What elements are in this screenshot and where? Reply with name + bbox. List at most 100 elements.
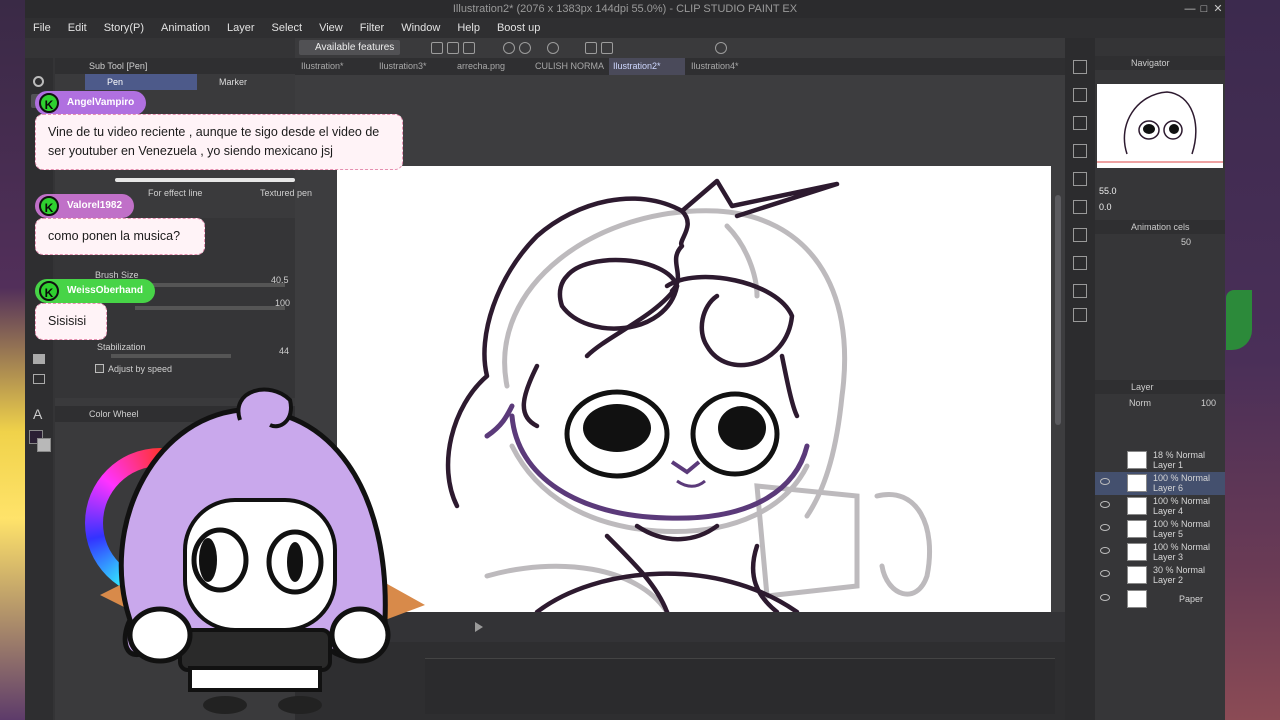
eye-icon[interactable] [1100,594,1110,601]
open-file-icon[interactable] [447,42,459,54]
menu-bar: File Edit Story(P) Animation Layer Selec… [25,18,1225,38]
tab-label: arrecha.png [457,61,506,71]
sub-color-swatch[interactable] [37,438,51,452]
eye-icon[interactable] [1100,570,1110,577]
new-file-icon[interactable] [431,42,443,54]
layer-opacity[interactable]: 100 [1201,398,1216,408]
chat-message-text: Sisisisi [48,314,87,328]
chat-username: Valorel1982 [67,200,123,211]
navigator-zoom[interactable]: 55.0 [1099,186,1117,196]
menu-layer[interactable]: Layer [219,18,264,38]
eye-icon[interactable] [1100,478,1110,485]
menu-view[interactable]: View [311,18,352,38]
help-icon[interactable] [715,42,727,54]
tab-culish[interactable]: CULISH NORMA [531,58,607,75]
menu-boost-up[interactable]: Boost up [489,18,549,38]
layer-row[interactable]: 18 % Normal Layer 1 [1095,449,1225,472]
layer-info: 100 % Normal Layer 4 [1153,496,1210,516]
layer-thumbnail [1127,543,1147,561]
tab-label: Pen [107,77,124,87]
undo-icon[interactable] [503,42,515,54]
stabilization-label: Stabilization [97,342,146,352]
menu-select[interactable]: Select [264,18,312,38]
adjust-by-speed-label: Adjust by speed [108,364,173,374]
animation-cels-value[interactable]: 50 [1181,237,1191,247]
eye-icon[interactable] [1100,501,1110,508]
maximize-icon[interactable]: □ [1197,2,1211,16]
stabilization-value[interactable]: 44 [279,346,289,356]
panel-icon-5[interactable] [1073,200,1087,214]
sub-tool-tab-marker[interactable]: Marker [201,74,293,90]
navigator-rotation[interactable]: 0.0 [1099,202,1112,212]
command-bar: Available features [295,38,1065,58]
layer-row[interactable]: 30 % Normal Layer 2 [1095,564,1225,587]
panel-icon-9[interactable] [1073,308,1087,322]
right-icon-column [1065,38,1095,720]
layer-name: Layer 6 [1153,483,1184,493]
eraser-tool-icon[interactable] [33,374,45,384]
tab-ilustration2[interactable]: Ilustration2* [609,58,685,75]
panel-icon-3[interactable] [1073,144,1087,158]
chat-message: Vine de tu video reciente , aunque te si… [35,114,403,170]
save-icon[interactable] [463,42,475,54]
menu-window[interactable]: Window [393,18,449,38]
panel-icon-7[interactable] [1073,256,1087,270]
adjust-by-speed-checkbox[interactable] [95,364,104,373]
vtuber-avatar [100,387,425,714]
fill-icon[interactable] [585,42,597,54]
menu-filter[interactable]: Filter [352,18,393,38]
play-button[interactable] [475,622,483,632]
eye-icon[interactable] [1100,524,1110,531]
layer-opacity-mode: 100 % Normal [1153,473,1211,483]
navigator-preview[interactable] [1097,84,1223,168]
menu-story[interactable]: Story(P) [96,18,153,38]
timeline-tracks[interactable] [425,658,1055,714]
menu-file[interactable]: File [25,18,60,38]
panel-icon-2[interactable] [1073,116,1087,130]
transform-icon[interactable] [601,42,613,54]
layer-thumbnail [1127,520,1147,538]
redo-icon[interactable] [519,42,531,54]
brush-effect-line[interactable]: For effect line [148,188,202,198]
tab-ilustration4[interactable]: Ilustration4* [687,58,763,75]
panel-icon-4[interactable] [1073,172,1087,186]
layer-opacity-mode: 18 % Normal [1153,450,1206,460]
panel-icon-1[interactable] [1073,88,1087,102]
fill-tool-icon[interactable] [33,354,45,364]
loading-icon[interactable] [547,42,559,54]
opacity-slider[interactable] [135,306,285,310]
sub-tool-tab-pen[interactable]: Pen [85,74,197,90]
close-icon[interactable]: ✕ [1211,2,1225,16]
brush-size-slider[interactable] [135,283,285,287]
tab-arrecha[interactable]: arrecha.png [453,58,529,75]
close-panel-icon[interactable] [1073,60,1087,74]
chat-message-text: Vine de tu video reciente , aunque te si… [48,125,380,158]
layer-row[interactable]: Paper [1095,588,1225,611]
text-tool-icon[interactable]: A [33,406,42,422]
brush-textured-pen[interactable]: Textured pen [260,188,312,198]
right-panel: Navigator 55.0 0.0 Animation cels 50 Lay… [1095,56,1225,720]
available-features-button[interactable]: Available features [299,40,401,55]
vertical-scrollbar[interactable] [1055,195,1061,425]
layer-info: 100 % Normal Layer 6 [1153,473,1210,493]
stream-background-left [0,0,25,720]
layer-row[interactable]: 100 % Normal Layer 6 [1095,472,1225,495]
drawing-canvas[interactable] [337,166,1051,612]
layer-blend-mode[interactable]: Norm [1129,398,1151,408]
search-icon[interactable] [33,76,44,87]
panel-icon-6[interactable] [1073,228,1087,242]
menu-edit[interactable]: Edit [60,18,96,38]
minimize-icon[interactable]: — [1183,2,1197,16]
menu-animation[interactable]: Animation [153,18,219,38]
eye-icon[interactable] [1100,547,1110,554]
layer-info: 100 % Normal Layer 5 [1153,519,1210,539]
tab-ilustration[interactable]: Ilustration* [297,58,373,75]
chat-message: Sisisisi [35,303,107,340]
menu-help[interactable]: Help [449,18,489,38]
layer-row[interactable]: 100 % Normal Layer 4 [1095,495,1225,518]
layer-row[interactable]: 100 % Normal Layer 3 [1095,541,1225,564]
panel-icon-8[interactable] [1073,284,1087,298]
stabilization-slider[interactable] [111,354,231,358]
tab-ilustration3[interactable]: Ilustration3* [375,58,451,75]
layer-row[interactable]: 100 % Normal Layer 5 [1095,518,1225,541]
